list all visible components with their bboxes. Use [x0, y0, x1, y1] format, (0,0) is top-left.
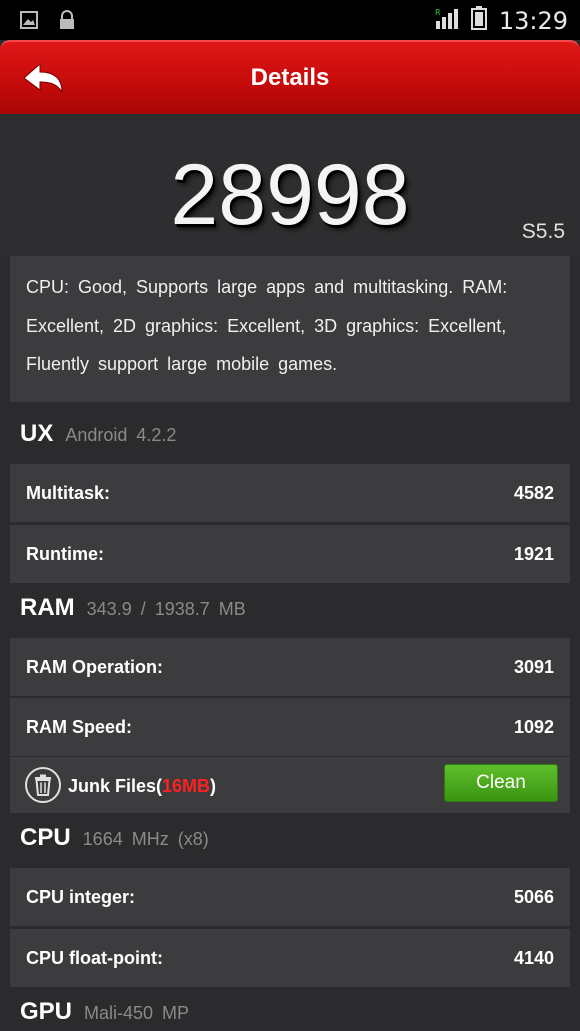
- svg-text:R: R: [435, 8, 441, 17]
- signal-icon: R: [435, 7, 459, 34]
- junk-files-label: Junk Files(16MB): [68, 776, 216, 797]
- section-subtitle: 1664 MHz (x8): [82, 829, 209, 849]
- lock-icon: [58, 10, 76, 35]
- total-score: 28998: [170, 147, 410, 243]
- section-title: UX: [20, 420, 54, 447]
- row-value: 4582: [513, 483, 554, 503]
- row-label: RAM Operation:: [26, 657, 163, 677]
- section-subtitle: Android 4.2.2: [65, 425, 177, 445]
- section-subtitle: 343.9 / 1938.7 MB: [86, 599, 246, 619]
- row-label: CPU float-point:: [26, 948, 163, 968]
- status-bar: R 13:29: [0, 0, 580, 40]
- image-icon: [20, 11, 38, 34]
- summary-text: CPU: Good, Supports large apps and multi…: [26, 277, 508, 374]
- junk-size: 16MB: [162, 776, 211, 796]
- clean-button[interactable]: Clean: [444, 764, 558, 802]
- row-value: 1921: [513, 544, 554, 564]
- clock: 13:29: [498, 6, 568, 35]
- row-value: 4140: [513, 948, 554, 968]
- row-label: CPU integer:: [26, 887, 136, 907]
- section-subtitle: Mali-450 MP: [84, 1003, 190, 1023]
- junk-files-text: Junk Files(: [68, 776, 163, 796]
- section-ux-header: UX Android 4.2.2: [20, 420, 176, 460]
- result-row-cpu-float: CPU float-point: 4140: [10, 929, 570, 987]
- junk-files-row: Junk Files(16MB) Clean: [10, 757, 570, 813]
- row-label: Runtime:: [26, 544, 104, 564]
- result-row-multitask: Multitask: 4582: [10, 464, 570, 522]
- section-title: RAM: [20, 594, 75, 621]
- trash-icon: [24, 766, 62, 804]
- result-row-ram-operation: RAM Operation: 3091: [10, 638, 570, 696]
- page-title: Details: [250, 64, 330, 91]
- battery-icon: [470, 6, 487, 35]
- result-row-ram-speed: RAM Speed: 1092: [10, 698, 570, 756]
- row-label: RAM Speed:: [26, 717, 133, 737]
- row-value: 3091: [513, 657, 554, 677]
- app-header: Details: [0, 40, 580, 114]
- section-gpu-header: GPU Mali-450 MP: [20, 998, 189, 1031]
- summary-box: CPU: Good, Supports large apps and multi…: [10, 256, 570, 402]
- section-ram-header: RAM 343.9 / 1938.7 MB: [20, 594, 246, 634]
- result-row-runtime: Runtime: 1921: [10, 525, 570, 583]
- row-value: 1092: [513, 717, 554, 737]
- junk-files-suffix: ): [210, 776, 217, 796]
- section-title: GPU: [20, 998, 73, 1025]
- section-title: CPU: [20, 824, 71, 851]
- row-label: Multitask:: [26, 483, 111, 503]
- version-label: S5.5: [521, 220, 565, 243]
- section-cpu-header: CPU 1664 MHz (x8): [20, 824, 209, 864]
- result-row-cpu-integer: CPU integer: 5066: [10, 868, 570, 926]
- score-panel: 28998 S5.5: [0, 114, 580, 256]
- row-value: 5066: [513, 887, 554, 907]
